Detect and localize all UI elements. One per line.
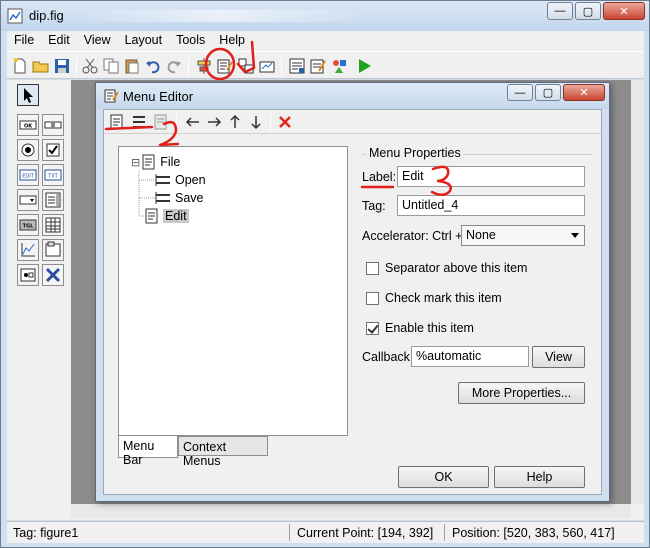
- annotation-number-three: [430, 165, 452, 196]
- annotation-underline-toolbar: [104, 125, 154, 131]
- annotation-number-one: [236, 40, 256, 74]
- annotation-circle-menu-editor: [204, 47, 236, 81]
- annotation-number-two: [158, 120, 180, 147]
- annotation-overlay: [104, 40, 452, 196]
